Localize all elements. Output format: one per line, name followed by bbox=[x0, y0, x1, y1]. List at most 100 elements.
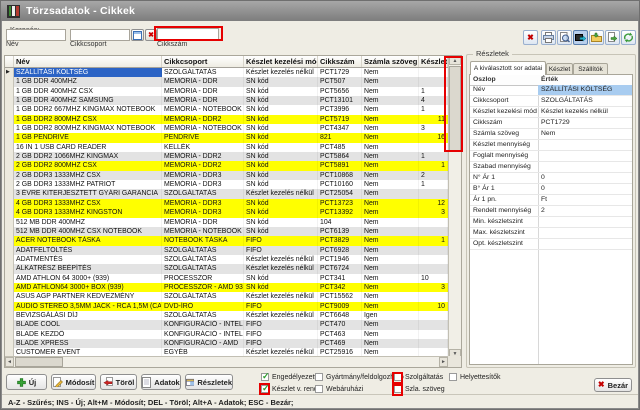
table-row[interactable]: 4 GB DDR3 1333MHZ KINGSTONMEMÓRIA - DDR3… bbox=[5, 208, 448, 217]
status-bar: A-Z - Szűrés; INS - Új; Alt+M - Módosít;… bbox=[2, 394, 638, 408]
row-indicator bbox=[5, 246, 14, 255]
table-row[interactable]: ALKATRÉSZ BEÉPÍTÉSSZOLGÁLTATÁSKészlet ke… bbox=[5, 264, 448, 273]
table-row[interactable]: BLADE KEZDŐKONFIGURÁCIÓ - INTELFIFOPCT46… bbox=[5, 330, 448, 339]
table-row[interactable]: ▶SZÁLLÍTÁSI KÖLTSÉGSZOLGÁLTATÁSKészlet k… bbox=[5, 68, 448, 77]
new-button[interactable]: Új bbox=[6, 374, 47, 390]
table-row[interactable]: 16 IN 1 USB CARD READERKELLÉKSN kódPCT48… bbox=[5, 143, 448, 152]
details-row[interactable]: Ár 1 pn.Ft bbox=[470, 195, 632, 206]
table-row[interactable]: 1 GB DDR 400MHZMEMÓRIA - DDRSN kódPCT507… bbox=[5, 77, 448, 86]
group-lookup-button[interactable] bbox=[131, 29, 144, 41]
details-row[interactable]: Számla szövegNem bbox=[470, 129, 632, 140]
table-row[interactable]: AMD ATHLON64 3000+ BOX (939)PROCESSZOR -… bbox=[5, 283, 448, 292]
table-row[interactable]: 2 GB DDR3 1333MHZ CSXMEMÓRIA - DDR3SN kó… bbox=[5, 171, 448, 180]
details-row[interactable]: CikkszámPCT1729 bbox=[470, 118, 632, 129]
delete-button[interactable]: Töröl bbox=[100, 374, 137, 390]
header-cikkcsoport[interactable]: Cikkcsoport bbox=[162, 56, 244, 67]
clear-filter-button[interactable]: ✖ bbox=[523, 30, 538, 45]
header-cikkszam[interactable]: Cikkszám bbox=[318, 56, 362, 67]
table-row[interactable]: ACER NOTEBOOK TÁSKANOTEBOOK TÁSKAFIFOPCT… bbox=[5, 236, 448, 245]
checkbox-engedelyezett[interactable]: Engedélyezett bbox=[261, 373, 316, 381]
tab-selected-row-data[interactable]: A kiválasztott sor adatai bbox=[470, 61, 546, 75]
table-row[interactable]: AUDIO STEREO 3,5MM JACK - RCA 1,5M (CABL… bbox=[5, 302, 448, 311]
details-button[interactable]: Részletek bbox=[185, 374, 233, 390]
header-szamla-szoveg[interactable]: Számla szöveg bbox=[362, 56, 419, 67]
header-nev[interactable]: Név bbox=[14, 56, 162, 67]
row-indicator bbox=[5, 236, 14, 245]
open-folder-button[interactable] bbox=[589, 30, 604, 45]
export-button[interactable] bbox=[573, 30, 588, 45]
details-grid-body: NévSZÁLLÍTÁSI KÖLTSÉGCikkcsoportSZOLGÁLT… bbox=[470, 85, 632, 250]
table-row[interactable]: 1 GB PENDRIVEPENDRIVESN kód821Nem16 bbox=[5, 133, 448, 142]
table-row[interactable]: 1 GB DDR 400MHZ SAMSUNGMEMÓRIA - DDRSN k… bbox=[5, 96, 448, 105]
details-row[interactable]: NévSZÁLLÍTÁSI KÖLTSÉG bbox=[470, 85, 632, 96]
details-row[interactable]: Min. készletszint bbox=[470, 217, 632, 228]
close-x-icon: ✖ bbox=[598, 381, 605, 389]
table-row[interactable]: 1 GB DDR2 800MHZ KINGMAX NOTEBOOKMEMÓRIA… bbox=[5, 124, 448, 133]
folder-icon bbox=[591, 32, 602, 43]
clear-filter-icon: ✖ bbox=[527, 34, 534, 42]
table-row[interactable]: 2 GB DDR3 1333MHZ PATRIOTMEMÓRIA - DDR3S… bbox=[5, 180, 448, 189]
details-row[interactable]: Készlet mennyiség bbox=[470, 140, 632, 151]
checkbox-gyartmany[interactable]: Gyártmány/feldolgozható bbox=[315, 373, 404, 381]
table-row[interactable]: BLADE COOLKONFIGURÁCIÓ - INTELFIFOPCT470… bbox=[5, 320, 448, 329]
table-row[interactable]: 1 GB DDR2 667MHZ KINGMAX NOTEBOOKMEMÓRIA… bbox=[5, 105, 448, 114]
table-row[interactable]: ADATFELTÖLTÉSSZOLGÁLTATÁSFIFOPCT6928Nem bbox=[5, 246, 448, 255]
close-button[interactable]: ✖ Bezár bbox=[594, 378, 632, 392]
data-button[interactable]: Adatok bbox=[141, 374, 181, 390]
webaruhazi-checkbox[interactable] bbox=[315, 385, 323, 393]
helyettesitok-checkbox[interactable] bbox=[449, 373, 457, 381]
details-header-oszlop: Oszlop bbox=[470, 75, 538, 85]
new-plus-icon bbox=[17, 378, 26, 387]
table-row[interactable]: BLADE XPRESSKONFIGURÁCIÓ - AMDFIFOPCT469… bbox=[5, 339, 448, 348]
table-header: Név Cikkcsoport Készlet kezelési mód Cik… bbox=[5, 56, 448, 68]
details-row[interactable]: Opt. készletszint bbox=[470, 239, 632, 250]
details-row[interactable]: Rendelt mennyiség2 bbox=[470, 206, 632, 217]
table-row[interactable]: 512 MB DDR 400MHZ CSX NOTEBOOKMEMÓRIA - … bbox=[5, 227, 448, 236]
scroll-left-icon[interactable]: ◄ bbox=[5, 357, 14, 367]
scrollbar-corner bbox=[448, 356, 461, 367]
row-indicator bbox=[5, 180, 14, 189]
print-button[interactable] bbox=[541, 30, 556, 45]
checkbox-webaruhazi[interactable]: Webáruházi bbox=[315, 385, 363, 393]
header-keszlet-mod[interactable]: Készlet kezelési mód bbox=[244, 56, 318, 67]
table-row[interactable]: BEVIZSGÁLÁSI DÍJSZOLGÁLTATÁSKészlet keze… bbox=[5, 311, 448, 320]
checkbox-helyettesitok[interactable]: Helyettesítők bbox=[449, 373, 500, 381]
details-row[interactable]: Foglalt mennyiség bbox=[470, 151, 632, 162]
window-titlebar[interactable]: Törzsadatok - Cikkek bbox=[1, 1, 639, 21]
table-horizontal-scrollbar[interactable]: ◄ ► bbox=[5, 356, 448, 367]
details-row[interactable]: N° Ár 10 bbox=[470, 173, 632, 184]
details-row[interactable]: Készlet kezelési módKészlet kezelés nélk… bbox=[470, 107, 632, 118]
row-indicator bbox=[5, 311, 14, 320]
search-group-input[interactable] bbox=[70, 29, 130, 41]
table-row[interactable]: 1 GB DDR 400MHZ CSXMEMÓRIA - DDRSN kódPC… bbox=[5, 87, 448, 96]
export-file-button[interactable] bbox=[605, 30, 620, 45]
engedelyezett-checkbox[interactable] bbox=[261, 373, 269, 381]
table-row[interactable]: 4 GB DDR3 1333MHZ CSXMEMÓRIA - DDR3SN kó… bbox=[5, 199, 448, 208]
details-row[interactable]: B° Ár 10 bbox=[470, 184, 632, 195]
table-row[interactable]: 2 GB DDR2 800MHZ CSXMEMÓRIA - DDR2SN kód… bbox=[5, 161, 448, 170]
row-indicator bbox=[5, 171, 14, 180]
details-header-ertek: Érték bbox=[538, 75, 558, 85]
details-row[interactable]: CikkcsoportSZOLGÁLTATÁS bbox=[470, 96, 632, 107]
name-field-label: Név bbox=[6, 41, 18, 48]
details-row[interactable]: Szabad mennyiség bbox=[470, 162, 632, 173]
table-row[interactable]: 2 GB DDR2 1066MHZ KINGMAXMEMÓRIA - DDR2S… bbox=[5, 152, 448, 161]
refresh-button[interactable] bbox=[621, 30, 636, 45]
details-row[interactable]: Max. készletszint bbox=[470, 228, 632, 239]
scroll-right-icon[interactable]: ► bbox=[439, 357, 448, 367]
table-row[interactable]: AMD ATHLON 64 3000+ (939)PROCESSZORSN kó… bbox=[5, 274, 448, 283]
table-row[interactable]: ADATMENTÉSSZOLGÁLTATÁSKészlet kezelés né… bbox=[5, 255, 448, 264]
table-row[interactable]: 3 ÉVRE KITERJESZTETT GYÁRI GARANCIASZOLG… bbox=[5, 189, 448, 198]
hscroll-thumb[interactable] bbox=[15, 357, 63, 367]
print-preview-button[interactable] bbox=[557, 30, 572, 45]
table-row[interactable]: 1 GB DDR2 800MHZ CSXMEMÓRIA - DDR2SN kód… bbox=[5, 115, 448, 124]
gyartmany-checkbox[interactable] bbox=[315, 373, 323, 381]
edit-button[interactable]: Módosít bbox=[51, 374, 96, 390]
row-indicator bbox=[5, 143, 14, 152]
search-name-input[interactable] bbox=[6, 29, 66, 41]
table-row[interactable]: 512 MB DDR 400MHZMEMÓRIA - DDRSN kód104N… bbox=[5, 218, 448, 227]
window-title: Törzsadatok - Cikkek bbox=[26, 5, 135, 17]
table-row[interactable]: ASUS AGP PARTNER KEDVEZMÉNYSZOLGÁLTATÁSK… bbox=[5, 292, 448, 301]
delete-arrow-icon bbox=[103, 377, 113, 387]
document-icon bbox=[142, 377, 151, 388]
